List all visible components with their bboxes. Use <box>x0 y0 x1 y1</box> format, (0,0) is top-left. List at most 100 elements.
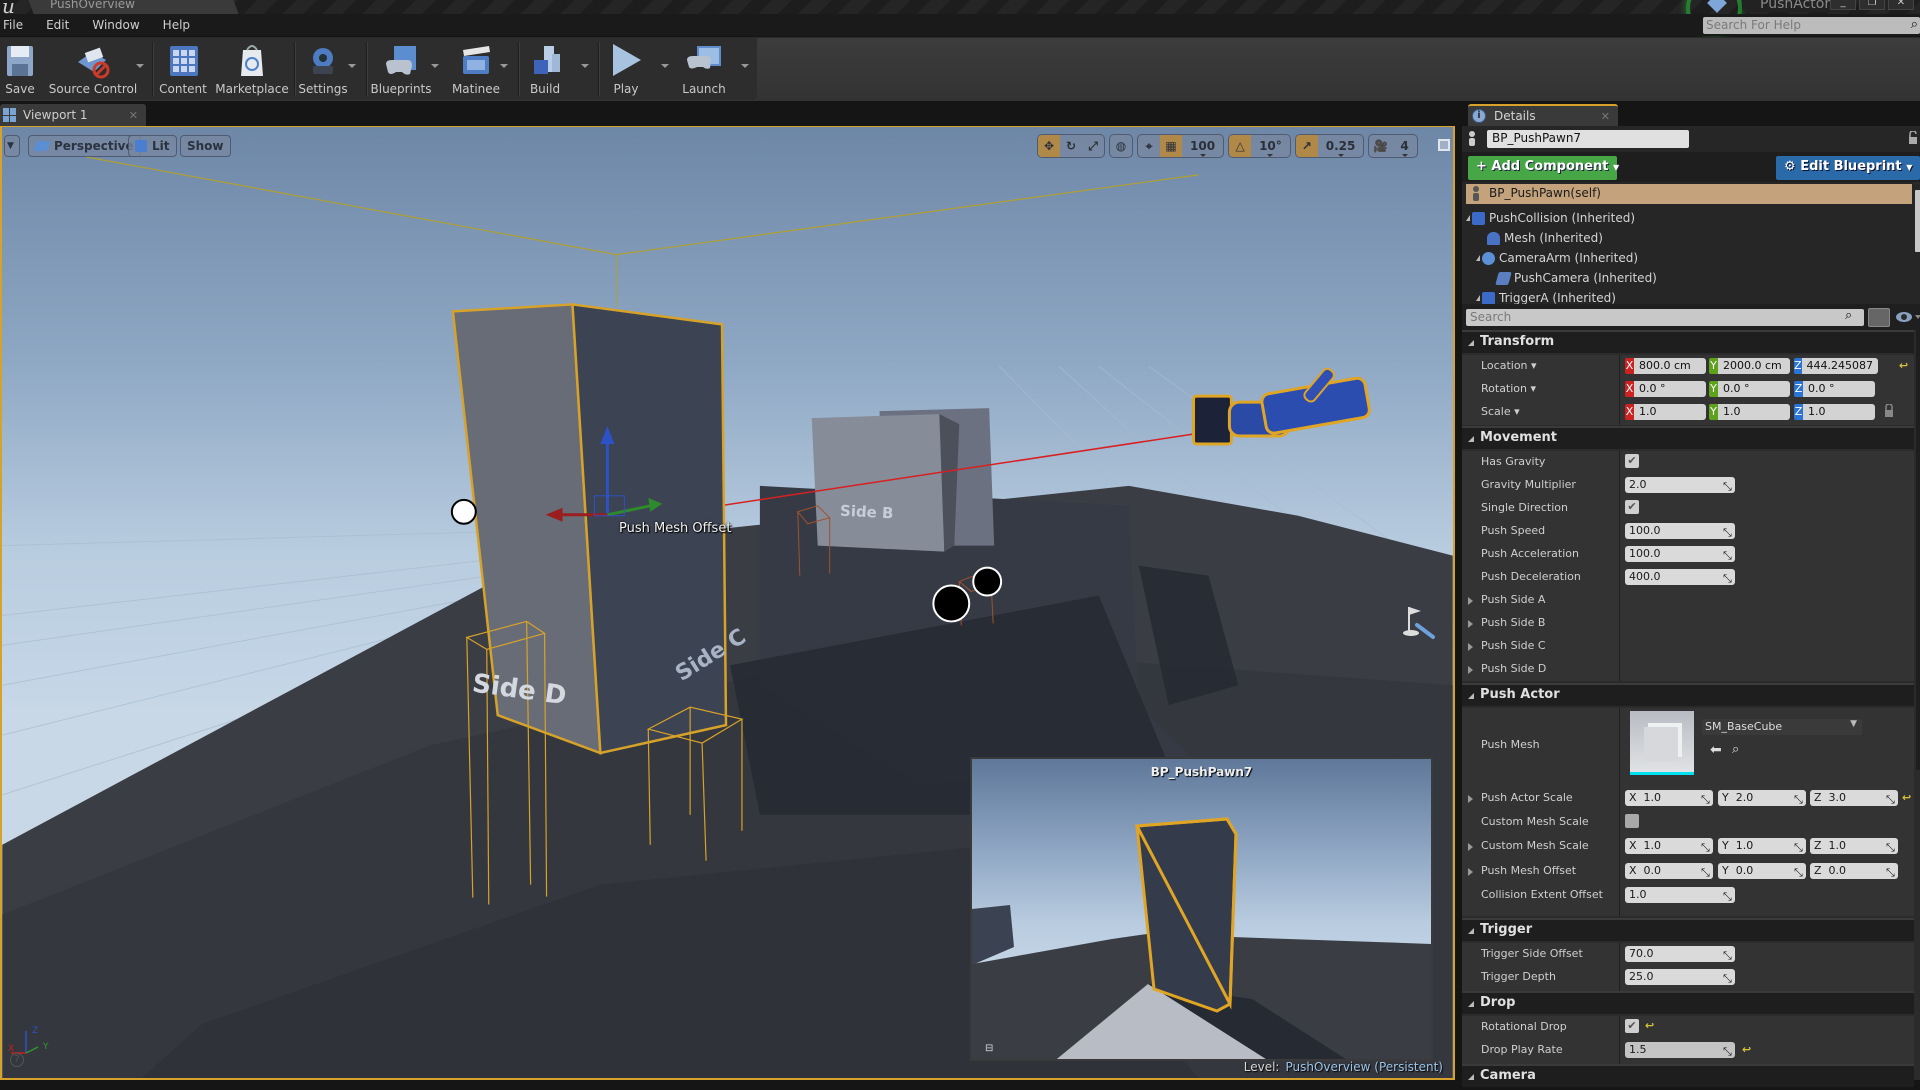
expand-arrow-icon[interactable] <box>1468 868 1473 876</box>
menu-edit[interactable]: Edit <box>43 18 78 32</box>
drop-play-rate-input[interactable]: 1.5 ⤡ <box>1625 1042 1735 1058</box>
custom-mesh-scale-x[interactable]: X 1.0 ⤡ <box>1625 838 1713 854</box>
category-transform[interactable]: Transform <box>1462 330 1914 353</box>
details-tab[interactable]: i Details ✕ <box>1468 104 1618 126</box>
reset-to-default-icon[interactable]: ↩ <box>1742 1043 1751 1056</box>
location-y-field[interactable]: Y 2000.0 cm <box>1709 358 1790 374</box>
perspective-button[interactable]: Perspective <box>28 135 141 157</box>
location-x-field[interactable]: X 800.0 cm <box>1625 358 1706 374</box>
content-button[interactable]: Content <box>158 38 208 100</box>
use-selected-arrow-icon[interactable]: ⬅ <box>1710 742 1722 758</box>
expand-arrow-icon[interactable] <box>1468 620 1473 628</box>
scale-mode-button[interactable]: ⤢ <box>1082 135 1104 157</box>
blueprints-button[interactable]: Blueprints <box>371 38 432 100</box>
has-gravity-checkbox[interactable]: ✔ <box>1625 454 1639 468</box>
player-start-icon[interactable] <box>1399 603 1439 643</box>
settings-button[interactable]: Settings <box>298 38 348 100</box>
translate-mode-button[interactable]: ✥ <box>1038 135 1060 157</box>
collision-extent-offset-input[interactable]: 1.0 ⤡ <box>1625 887 1735 903</box>
push-mesh-offset-y[interactable]: Y 0.0 ⤡ <box>1718 863 1806 879</box>
marketplace-button[interactable]: Marketplace <box>215 38 289 100</box>
column-splitter[interactable] <box>1619 708 1620 916</box>
surface-snap-button[interactable]: ⌖ <box>1138 135 1160 157</box>
expand-arrow-icon[interactable] <box>1468 597 1473 605</box>
single-direction-checkbox[interactable]: ✔ <box>1625 500 1639 514</box>
edit-blueprint-button[interactable]: ⚙ Edit Blueprint ▼ <box>1776 156 1920 180</box>
close-button[interactable]: ✕ <box>1888 0 1914 10</box>
component-item[interactable]: TriggerA (Inherited) <box>1476 289 1616 304</box>
category-push-actor[interactable]: Push Actor <box>1462 683 1914 706</box>
mesh-thumbnail[interactable] <box>1630 711 1694 775</box>
rotation-label[interactable]: Rotation ▾ <box>1481 382 1536 395</box>
show-button[interactable]: Show <box>180 135 231 157</box>
help-icon[interactable]: ? <box>10 1053 24 1067</box>
scale-z-field[interactable]: Z 1.0 <box>1794 404 1875 420</box>
expand-arrow-icon[interactable] <box>1466 215 1470 221</box>
push-actor-scale-y[interactable]: Y 2.0 ⤡ <box>1718 790 1806 806</box>
push-deceleration-input[interactable]: 400.0 ⤡ <box>1625 569 1735 585</box>
actor-name-input[interactable]: BP_PushPawn7 <box>1487 130 1689 148</box>
rotation-snap-toggle[interactable]: △ <box>1229 135 1252 157</box>
scale-x-field[interactable]: X 1.0 <box>1625 404 1706 420</box>
expand-arrow-icon[interactable] <box>1476 295 1480 301</box>
blueprints-dropdown-icon[interactable] <box>431 64 439 68</box>
scale-y-field[interactable]: Y 1.0 <box>1709 404 1790 420</box>
level-name[interactable]: PushOverview (Persistent) <box>1285 1060 1443 1074</box>
column-splitter[interactable] <box>1619 1016 1620 1064</box>
viewport-options-button[interactable]: ▼ <box>4 135 20 157</box>
column-splitter[interactable] <box>1619 355 1620 425</box>
maximize-viewport-button[interactable] <box>1438 139 1450 151</box>
viewport-tab[interactable]: Viewport 1 ✕ <box>0 104 146 126</box>
grid-snap-toggle[interactable]: ▦ <box>1160 135 1182 157</box>
level-viewport[interactable]: ▼ Perspective Lit Show ✥ ↻ ⤢ ◍ ⌖ ▦ 100 △… <box>0 126 1455 1080</box>
property-matrix-button[interactable] <box>1868 308 1890 327</box>
grid-snap-value[interactable]: 100 <box>1182 135 1223 157</box>
push-mesh-offset-x[interactable]: X 0.0 ⤡ <box>1625 863 1713 879</box>
location-label[interactable]: Location ▾ <box>1481 359 1537 372</box>
play-button[interactable]: Play <box>604 38 648 100</box>
push-side-c-label[interactable]: Push Side C <box>1481 639 1546 652</box>
source-control-dropdown-icon[interactable] <box>136 64 144 68</box>
gravity-multiplier-input[interactable]: 2.0 ⤡ <box>1625 477 1735 493</box>
expand-arrow-icon[interactable] <box>1468 843 1473 851</box>
component-item[interactable]: PushCollision (Inherited) <box>1466 209 1635 227</box>
help-search-input[interactable]: Search For Help ⌕ <box>1703 17 1920 34</box>
component-item[interactable]: PushCamera (Inherited) <box>1495 269 1657 287</box>
rotation-y-field[interactable]: Y 0.0 ° <box>1709 381 1790 397</box>
push-mesh-offset-z[interactable]: Z 0.0 ⤡ <box>1810 863 1898 879</box>
camera-speed-value[interactable]: 4 <box>1392 135 1416 157</box>
push-side-a-label[interactable]: Push Side A <box>1481 593 1545 606</box>
minimize-button[interactable]: _ <box>1830 0 1856 10</box>
coordinate-system-button[interactable]: ◍ <box>1109 134 1133 158</box>
category-drop[interactable]: Drop <box>1462 991 1914 1014</box>
add-component-button[interactable]: + Add Component ▼ <box>1468 156 1619 180</box>
build-dropdown-icon[interactable] <box>581 64 589 68</box>
matinee-button[interactable]: Matinee <box>450 38 502 100</box>
rotate-mode-button[interactable]: ↻ <box>1060 135 1082 157</box>
rotational-drop-checkbox[interactable]: ✔ <box>1625 1019 1639 1033</box>
push-speed-input[interactable]: 100.0 ⤡ <box>1625 523 1735 539</box>
expand-arrow-icon[interactable] <box>1468 643 1473 651</box>
push-side-b-label[interactable]: Push Side B <box>1481 616 1545 629</box>
play-dropdown-icon[interactable] <box>661 64 669 68</box>
details-search-input[interactable]: Search <box>1466 309 1864 326</box>
push-actor-scale-x[interactable]: X 1.0 ⤡ <box>1625 790 1713 806</box>
push-acceleration-input[interactable]: 100.0 ⤡ <box>1625 546 1735 562</box>
menu-window[interactable]: Window <box>89 18 148 32</box>
level-tab-label[interactable]: PushOverview <box>50 0 135 11</box>
push-side-d-label[interactable]: Push Side D <box>1481 662 1546 675</box>
push-actor-scale-z[interactable]: Z 3.0 ⤡ <box>1810 790 1898 806</box>
trigger-depth-input[interactable]: 25.0 ⤡ <box>1625 969 1735 985</box>
category-movement[interactable]: Movement <box>1462 426 1914 449</box>
component-item[interactable]: CameraArm (Inherited) <box>1476 249 1638 267</box>
matinee-dropdown-icon[interactable] <box>500 64 508 68</box>
rotation-x-field[interactable]: X 0.0 ° <box>1625 381 1706 397</box>
component-tree-scrollbar[interactable] <box>1914 184 1920 304</box>
scale-snap-toggle[interactable]: ↗ <box>1295 135 1318 157</box>
browse-search-icon[interactable]: ⌕ <box>1732 742 1739 757</box>
trigger-side-offset-input[interactable]: 70.0 ⤡ <box>1625 946 1735 962</box>
scale-lock-icon[interactable] <box>1884 404 1894 418</box>
launch-button[interactable]: Launch <box>680 38 728 100</box>
menu-file[interactable]: File <box>0 18 32 32</box>
settings-dropdown-icon[interactable] <box>348 64 356 68</box>
